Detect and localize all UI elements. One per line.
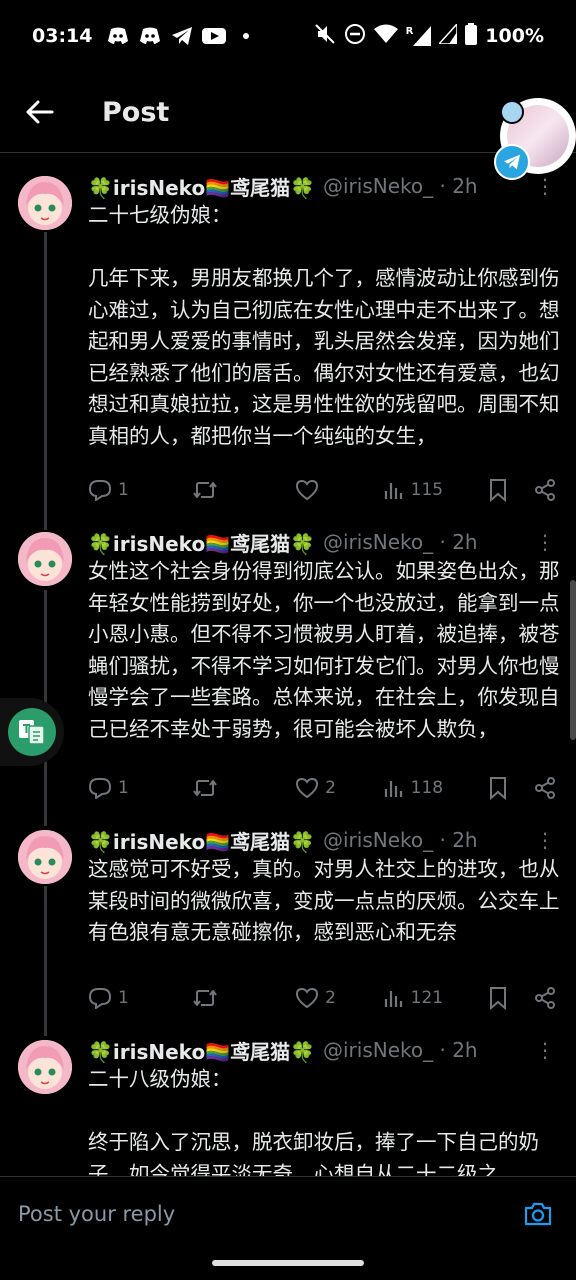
notification-dot-icon <box>234 24 258 48</box>
reply-button[interactable]: 1 <box>88 987 192 1009</box>
avatar[interactable] <box>18 176 72 230</box>
share-button[interactable] <box>534 479 556 501</box>
more-icon[interactable]: ⋮ <box>535 1038 556 1062</box>
handle-time: @irisNeko_ · 2h <box>323 174 478 198</box>
status-bar: 03:14 R 100% <box>0 0 576 72</box>
share-icon <box>535 987 555 1009</box>
translate-side-tab[interactable] <box>0 698 64 766</box>
reply-bar: Post your reply <box>0 1176 576 1251</box>
display-name[interactable]: 🍀irisNeko🏳️‍🌈鸢尾猫🍀 <box>88 1036 315 1065</box>
avatar[interactable] <box>18 1040 72 1094</box>
thread-line <box>44 232 47 530</box>
battery-percent: 100% <box>485 25 544 47</box>
tweet[interactable]: 🍀irisNeko🏳️‍🌈鸢尾猫🍀 @irisNeko_ · 2h ⋮ 二十八级… <box>0 1034 576 1176</box>
signal-icon: R <box>406 26 432 46</box>
bubble-status-dot <box>500 100 524 124</box>
bookmark-button[interactable] <box>488 776 534 800</box>
reply-count: 1 <box>118 988 129 1008</box>
views-button[interactable]: 118 <box>383 777 489 799</box>
heart-icon <box>296 987 319 1009</box>
bookmark-button[interactable] <box>488 478 534 502</box>
repost-button[interactable] <box>192 777 296 799</box>
views-icon <box>384 991 402 1007</box>
discord-icon <box>106 24 130 48</box>
repost-button[interactable] <box>192 479 296 501</box>
handle-time: @irisNeko_ · 2h <box>323 828 478 852</box>
tweet-text: 二十七级伪娘： 几年下来，男朋友都换几个了，感情波动让你感到伤心难过，认为自己彻… <box>88 203 560 448</box>
more-icon[interactable]: ⋮ <box>535 828 556 852</box>
bookmark-icon <box>490 777 507 800</box>
telegram-icon <box>170 24 194 48</box>
dnd-icon <box>344 23 366 50</box>
view-count: 118 <box>410 778 444 798</box>
home-indicator[interactable] <box>212 1260 364 1266</box>
reply-button[interactable]: 1 <box>88 777 192 799</box>
like-button[interactable]: 2 <box>295 777 383 799</box>
views-icon <box>384 781 402 797</box>
heart-icon <box>296 777 319 799</box>
like-button[interactable]: 2 <box>295 987 383 1009</box>
repost-icon <box>192 482 217 498</box>
view-count: 115 <box>410 480 444 500</box>
battery-icon <box>465 22 478 50</box>
tweet-actions: 1 2 118 <box>88 772 556 804</box>
tweet-text: 二十八级伪娘： 终于陷入了沉思，脱衣卸妆后，捧了一下自己的奶子，如今觉得平淡无奇… <box>88 1067 539 1176</box>
share-icon <box>535 777 555 799</box>
bookmark-button[interactable] <box>488 986 534 1010</box>
display-name[interactable]: 🍀irisNeko🏳️‍🌈鸢尾猫🍀 <box>88 528 315 557</box>
heart-icon <box>296 479 319 501</box>
reply-count: 1 <box>118 778 129 798</box>
repost-icon <box>192 990 217 1006</box>
youtube-icon <box>202 24 227 48</box>
reply-icon <box>88 988 112 1009</box>
views-button[interactable]: 121 <box>383 987 489 1009</box>
status-right: R 100% <box>314 21 544 50</box>
camera-button[interactable] <box>520 1196 556 1232</box>
wifi-icon <box>373 24 398 49</box>
reply-icon <box>88 480 112 501</box>
views-button[interactable]: 115 <box>383 479 489 501</box>
tweet-text: 这感觉可不好受，真的。对男人社交上的进攻，也从某段时间的微微欣喜，变成一点点的厌… <box>88 857 560 944</box>
share-button[interactable] <box>534 987 556 1009</box>
handle-time: @irisNeko_ · 2h <box>323 1038 478 1062</box>
thread-line <box>44 886 47 1036</box>
back-button[interactable] <box>20 92 60 132</box>
status-time: 03:14 <box>32 25 93 47</box>
display-name[interactable]: 🍀irisNeko🏳️‍🌈鸢尾猫🍀 <box>88 172 315 201</box>
arrow-left-icon <box>26 100 54 124</box>
bookmark-icon <box>490 479 507 502</box>
reply-count: 1 <box>118 480 129 500</box>
tweet-text: 女性这个社会身份得到彻底公认。如果姿色出众，那年轻女性能捞到好处，你一个也没放过… <box>88 559 560 741</box>
share-button[interactable] <box>534 777 556 799</box>
camera-icon <box>524 1202 552 1226</box>
mute-icon <box>314 23 336 50</box>
top-bar: Post <box>0 72 576 153</box>
share-icon <box>535 479 555 501</box>
like-count: 2 <box>325 778 336 798</box>
handle-time: @irisNeko_ · 2h <box>323 530 478 554</box>
reply-input[interactable]: Post your reply <box>18 1202 175 1226</box>
tweet-actions: 1 2 121 <box>88 982 556 1014</box>
scrollbar[interactable] <box>570 580 576 740</box>
bookmark-icon <box>490 987 507 1010</box>
repost-button[interactable] <box>192 987 296 1009</box>
display-name[interactable]: 🍀irisNeko🏳️‍🌈鸢尾猫🍀 <box>88 826 315 855</box>
like-count: 2 <box>325 988 336 1008</box>
views-icon <box>384 483 402 499</box>
avatar[interactable] <box>18 532 72 586</box>
discord-icon <box>138 24 162 48</box>
like-button[interactable] <box>295 479 383 501</box>
page-title: Post <box>102 96 170 128</box>
repost-icon <box>192 780 217 796</box>
avatar[interactable] <box>18 830 72 884</box>
signal-icon <box>437 21 459 49</box>
more-icon[interactable]: ⋮ <box>535 530 556 554</box>
reply-icon <box>88 778 112 799</box>
reply-button[interactable]: 1 <box>88 479 192 501</box>
more-icon[interactable]: ⋮ <box>535 174 556 198</box>
translate-icon <box>8 708 56 756</box>
view-count: 121 <box>410 988 444 1008</box>
tweet-actions: 1 115 <box>88 474 556 506</box>
